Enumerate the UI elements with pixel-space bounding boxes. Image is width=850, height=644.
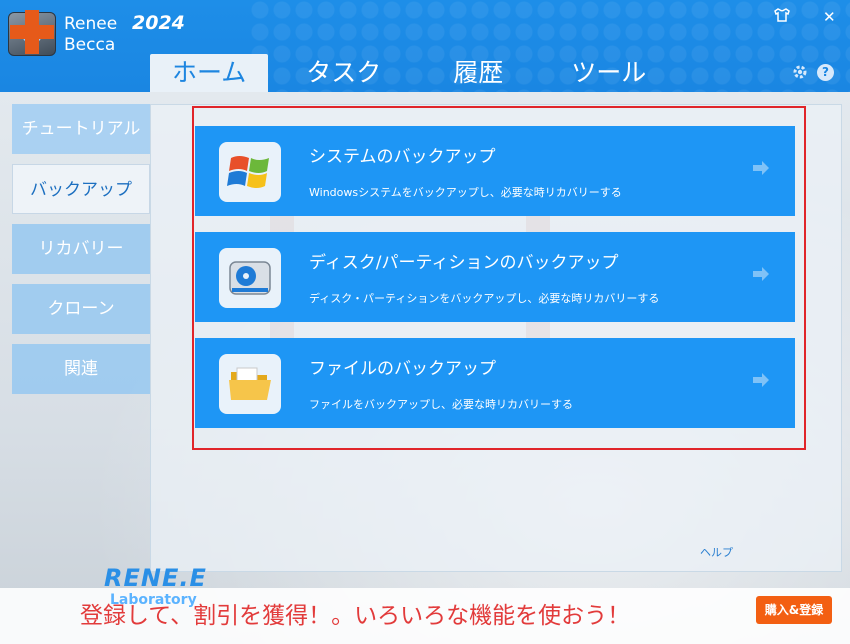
highlight-box bbox=[192, 106, 806, 450]
app-name-line2: Becca bbox=[64, 35, 116, 55]
promo-text: 登録して、割引を獲得！。いろいろな機能を使おう！ bbox=[80, 603, 631, 629]
tab-tools[interactable]: ツール bbox=[549, 54, 668, 92]
app-year: 2024 bbox=[132, 12, 185, 34]
app-window: Renee Becca 2024 ✕ ホーム タスク 履歴 ツール ? チュート… bbox=[0, 0, 850, 644]
tshirt-icon[interactable] bbox=[774, 8, 790, 26]
gear-icon[interactable] bbox=[792, 64, 808, 80]
sidebar: チュートリアル バックアップ リカバリー クローン 関連 bbox=[12, 104, 150, 404]
help-link[interactable]: ヘルプ bbox=[700, 544, 733, 560]
sidebar-item-recovery[interactable]: リカバリー bbox=[12, 224, 150, 274]
title-bar: Renee Becca 2024 ✕ ホーム タスク 履歴 ツール ? bbox=[0, 0, 850, 92]
app-name-line1: Renee bbox=[64, 14, 118, 34]
sidebar-item-backup[interactable]: バックアップ bbox=[12, 164, 150, 214]
main-tabs: ホーム タスク 履歴 ツール bbox=[150, 54, 668, 92]
sidebar-item-tutorial[interactable]: チュートリアル bbox=[12, 104, 150, 154]
tab-history[interactable]: 履歴 bbox=[431, 54, 525, 92]
tab-task[interactable]: タスク bbox=[284, 54, 403, 92]
brand-name: RENE.E bbox=[104, 564, 207, 592]
sidebar-item-clone[interactable]: クローン bbox=[12, 284, 150, 334]
tab-home[interactable]: ホーム bbox=[150, 54, 269, 92]
sidebar-item-related[interactable]: 関連 bbox=[12, 344, 150, 394]
app-name: Renee Becca bbox=[64, 14, 117, 56]
help-icon[interactable]: ? bbox=[817, 64, 834, 81]
close-icon[interactable]: ✕ bbox=[823, 8, 836, 26]
buy-register-button[interactable]: 購入&登録 bbox=[756, 596, 832, 624]
